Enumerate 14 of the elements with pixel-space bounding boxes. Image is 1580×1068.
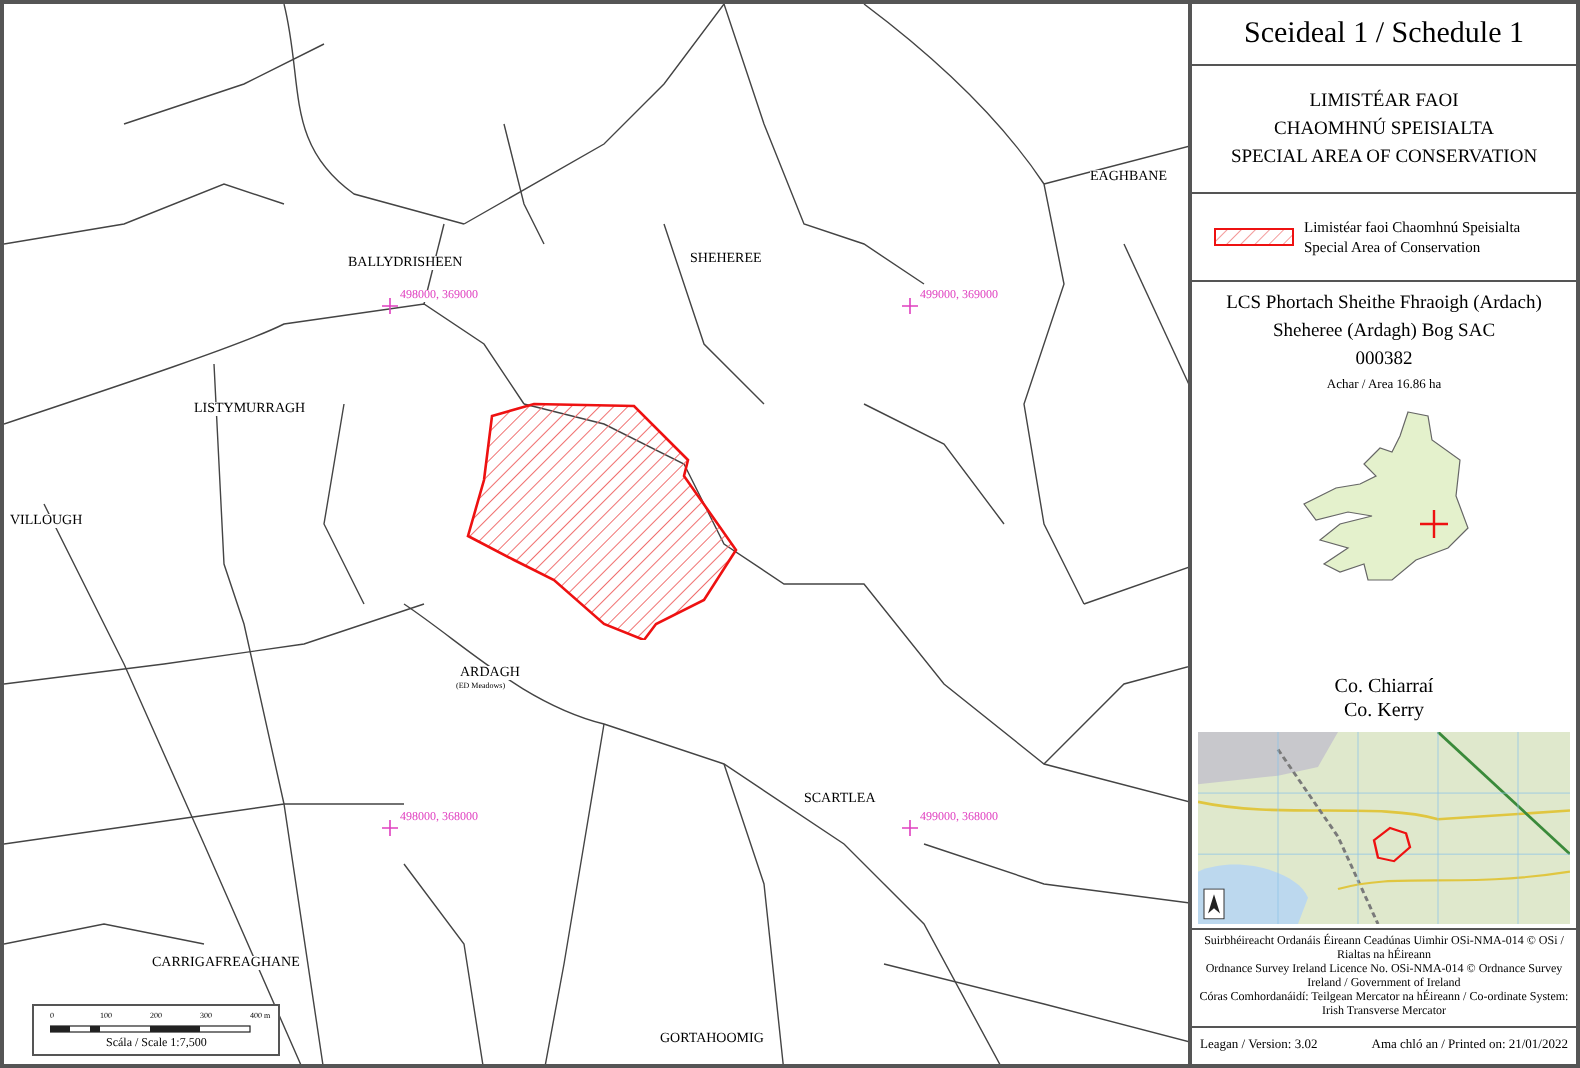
grid-cross-icon	[382, 298, 398, 314]
grid-cross-icon	[902, 820, 918, 836]
site-name: LCS Phortach Sheithe Fhraoigh (Ardach)	[1226, 292, 1542, 318]
grid-cross-icon	[382, 820, 398, 836]
legend-hatch-icon	[1214, 228, 1294, 246]
heading-line: CHAOMHNÚ SPEISIALTA	[1274, 115, 1494, 143]
schedule-title: Sceideal 1 / Schedule 1	[1244, 19, 1524, 49]
site-name: 000382	[1355, 348, 1413, 374]
heading-line: SPECIAL AREA OF CONSERVATION	[1230, 145, 1538, 171]
heading-line: LIMISTÉAR FAOI	[1309, 87, 1459, 115]
county-name: Co. Kerry	[1344, 700, 1424, 724]
grid-cross-icon	[902, 298, 918, 314]
county-name: Co. Chiarraí	[1334, 676, 1434, 700]
site-name: Sheheree (Ardagh) Bog SAC	[1272, 320, 1496, 346]
